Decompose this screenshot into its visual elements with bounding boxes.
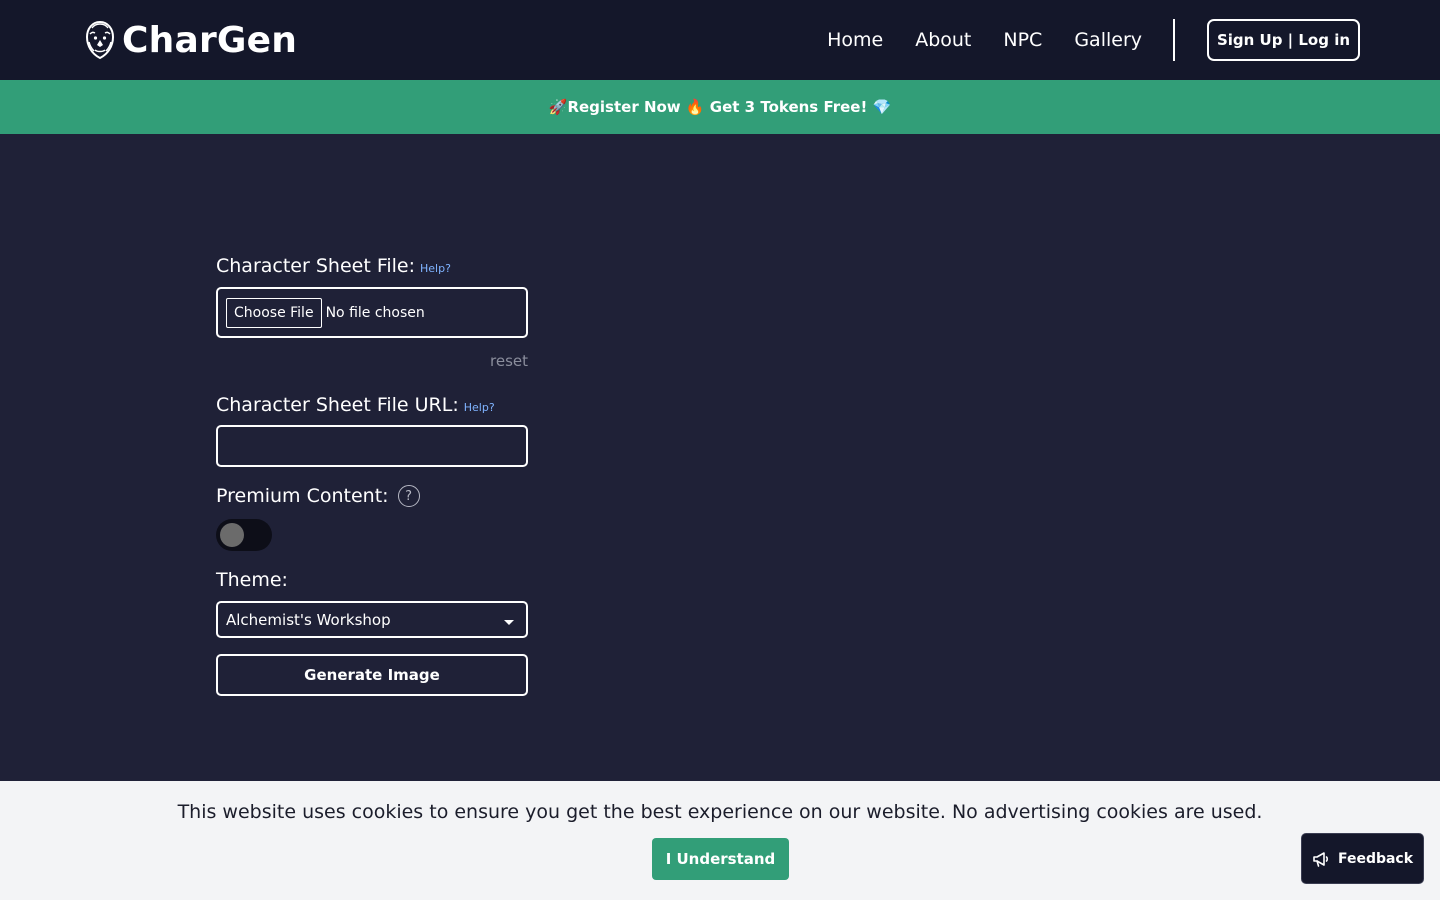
- feedback-button[interactable]: Feedback: [1301, 833, 1424, 884]
- premium-group: Premium Content: ?: [216, 485, 528, 551]
- url-group: Character Sheet File URL: Help?: [216, 394, 528, 467]
- cookie-message: This website uses cookies to ensure you …: [177, 801, 1263, 823]
- brand-name: CharGen: [122, 19, 298, 61]
- choose-file-button[interactable]: Choose File: [226, 297, 322, 328]
- file-label: Character Sheet File:: [216, 255, 416, 277]
- theme-group: Theme: Alchemist's Workshop: [216, 569, 528, 638]
- file-input[interactable]: Choose File No file chosen: [216, 287, 528, 338]
- file-url-input[interactable]: [216, 425, 528, 467]
- url-label: Character Sheet File URL:: [216, 394, 459, 416]
- nav-gallery[interactable]: Gallery: [1074, 29, 1142, 51]
- toggle-knob: [220, 523, 244, 547]
- nav-about[interactable]: About: [915, 29, 971, 51]
- signup-login-button[interactable]: Sign Up | Log in: [1207, 19, 1360, 61]
- top-navbar: CharGen Home About NPC Gallery Sign Up |…: [0, 0, 1440, 80]
- file-status: No file chosen: [325, 304, 425, 321]
- character-sheet-form: Character Sheet File: Help? Choose File …: [216, 255, 528, 696]
- caret-down-icon: [504, 620, 514, 625]
- main-nav: Home About NPC Gallery: [827, 0, 1142, 80]
- premium-toggle[interactable]: [216, 519, 272, 551]
- nav-home[interactable]: Home: [827, 29, 883, 51]
- cookie-banner: This website uses cookies to ensure you …: [0, 781, 1440, 900]
- megaphone-icon: [1313, 851, 1329, 867]
- cookie-accept-button[interactable]: I Understand: [652, 838, 789, 880]
- theme-selected-value: Alchemist's Workshop: [226, 610, 391, 629]
- nav-npc[interactable]: NPC: [1003, 29, 1042, 51]
- url-label-row: Character Sheet File URL: Help?: [216, 394, 528, 416]
- feedback-label: Feedback: [1337, 850, 1414, 867]
- file-help-link[interactable]: Help?: [420, 262, 451, 275]
- premium-label: Premium Content:: [216, 485, 389, 507]
- file-group: Character Sheet File: Help? Choose File …: [216, 255, 528, 370]
- premium-label-row: Premium Content: ?: [216, 485, 528, 507]
- url-help-link[interactable]: Help?: [464, 401, 495, 414]
- question-circle-icon[interactable]: ?: [397, 485, 420, 507]
- generate-image-button[interactable]: Generate Image: [216, 654, 528, 696]
- theme-label: Theme:: [216, 569, 288, 591]
- brand-link[interactable]: CharGen: [84, 18, 297, 62]
- lion-head-logo-icon: [85, 20, 115, 60]
- promo-banner[interactable]: 🚀Register Now 🔥 Get 3 Tokens Free! 💎: [0, 80, 1440, 134]
- theme-select[interactable]: Alchemist's Workshop: [216, 601, 528, 638]
- file-label-row: Character Sheet File: Help?: [216, 255, 528, 277]
- reset-link[interactable]: reset: [216, 352, 528, 370]
- nav-divider: [1173, 19, 1175, 61]
